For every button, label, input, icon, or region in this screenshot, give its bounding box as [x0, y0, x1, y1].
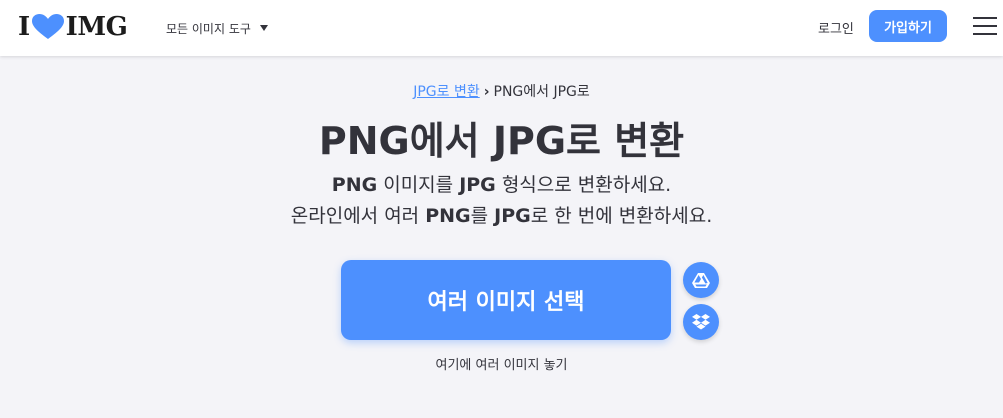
logo-text-left: I	[18, 12, 30, 42]
hamburger-menu-icon[interactable]	[973, 15, 997, 37]
subtitle-text: 로 한 번에 변환하세요.	[530, 205, 713, 227]
main-content: JPG로 변환 › PNG에서 JPG로 PNG에서 JPG로 변환 PNG 이미지…	[0, 56, 1003, 418]
google-drive-icon	[692, 273, 710, 288]
subtitle-line-2: 온라인에서 여러 PNG를 JPG로 한 번에 변환하세요.	[0, 201, 1003, 232]
login-link[interactable]: 로그인	[818, 18, 854, 37]
page-title: PNG에서 JPG로 변환	[318, 119, 685, 163]
page-subtitle: PNG 이미지를 JPG 형식으로 변환하세요. 온라인에서 여러 PNG를 J…	[0, 170, 1003, 232]
dropbox-button[interactable]	[683, 304, 719, 340]
breadcrumb-parent-link[interactable]: JPG로 변환	[413, 84, 480, 100]
subtitle-text: 를	[470, 205, 495, 227]
subtitle-format-jpg: JPG	[459, 174, 496, 196]
caret-down-icon	[259, 25, 268, 31]
subtitle-line-1: PNG 이미지를 JPG 형식으로 변환하세요.	[0, 170, 1003, 201]
select-images-button[interactable]: 여러 이미지 선택	[341, 260, 671, 340]
drop-images-hint: 여기에 여러 이미지 놓기	[435, 358, 568, 373]
dropbox-icon	[692, 313, 710, 329]
heart-icon	[31, 14, 64, 39]
breadcrumb-current: PNG에서 JPG로	[493, 84, 590, 100]
subtitle-format-png: PNG	[331, 174, 378, 196]
subtitle-text: 형식으로 변환하세요.	[495, 174, 672, 196]
breadcrumb-separator-icon: ›	[483, 84, 490, 100]
top-navbar: I IMG 모든 이미지 도구 로그인 가입하기	[0, 0, 1003, 56]
breadcrumb: JPG로 변환 › PNG에서 JPG로	[0, 81, 1003, 101]
subtitle-text: 온라인에서 여러	[290, 205, 426, 227]
subtitle-format-jpg: JPG	[494, 205, 531, 227]
signup-button[interactable]: 가입하기	[869, 10, 947, 42]
subtitle-text: 이미지를	[377, 174, 460, 196]
subtitle-format-png: PNG	[425, 205, 471, 227]
google-drive-button[interactable]	[683, 262, 719, 298]
all-image-tools-dropdown[interactable]: 모든 이미지 도구	[166, 18, 268, 38]
logo-text-right: IMG	[65, 12, 128, 42]
tools-menu-label: 모든 이미지 도구	[166, 21, 251, 36]
iloveimg-logo[interactable]: I IMG	[18, 11, 128, 43]
